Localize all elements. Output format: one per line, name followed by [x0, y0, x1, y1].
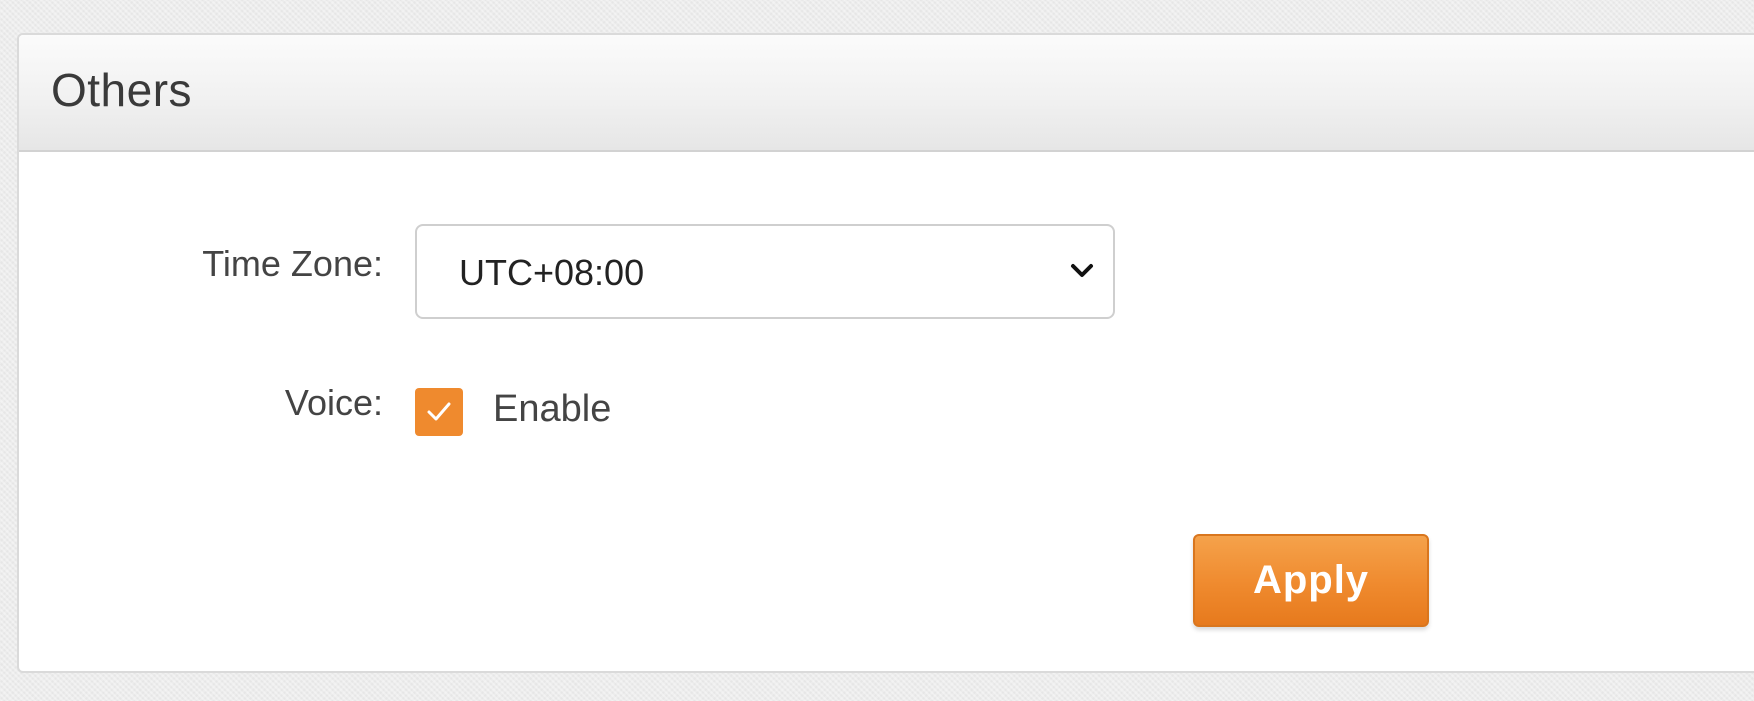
apply-button[interactable]: Apply	[1193, 534, 1429, 627]
time-zone-selected-value: UTC+08:00	[459, 252, 645, 293]
check-icon	[427, 402, 451, 421]
others-panel: Others	[17, 33, 1754, 673]
voice-label: Voice:	[284, 382, 383, 423]
time-zone-label: Time Zone:	[202, 243, 383, 284]
panel-title: Others	[51, 64, 193, 116]
time-zone-select[interactable]: UTC+08:00	[415, 224, 1115, 319]
chevron-down-icon	[1065, 254, 1099, 288]
voice-enable-label[interactable]: Enable	[493, 388, 611, 431]
panel-header: Others	[19, 35, 1754, 152]
voice-enable-checkbox[interactable]	[415, 388, 463, 436]
